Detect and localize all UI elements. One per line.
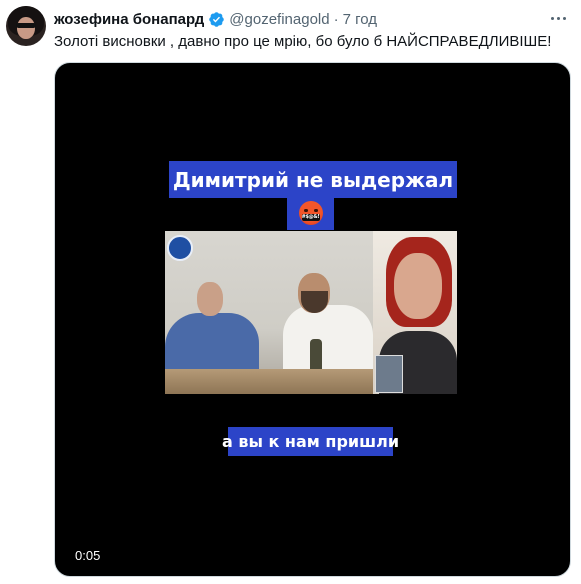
avatar-face [17,17,35,39]
video-frame [165,231,457,394]
emoji-eye [303,209,308,212]
mini-preview-thumbnail [375,355,403,393]
verified-badge-icon [209,11,225,27]
author-handle[interactable]: @gozefinagold [229,11,329,28]
more-dot [550,16,554,20]
more-dot [556,16,560,20]
reactor-face [394,253,442,319]
emoji-censor-bar: #$@&! [301,214,320,221]
video-player[interactable]: Димитрий не выдержал #$@&! а вы к нам пр… [54,62,571,577]
avatar-sunglasses [16,23,36,28]
more-options-icon[interactable] [545,9,571,27]
header-separator: · [333,10,339,28]
tweet-text: Золоті висновки , давно про це мрію, бо … [54,33,552,50]
video-emoji-box: #$@&! [287,196,334,230]
video-timestamp: 0:05 [69,545,107,567]
reaction-video-panel [373,231,457,394]
person-left-head [197,282,223,316]
table [165,369,373,394]
emoji-eye [313,209,318,212]
interview-room [165,231,373,394]
author-name[interactable]: жозефина бонапард [54,11,204,28]
tweet-header: жозефина бонапард @gozefinagold · 7 год [54,9,377,29]
tweet-time[interactable]: 7 год [343,11,377,28]
author-avatar[interactable] [6,6,46,46]
channel-logo-icon [167,235,193,261]
video-caption-bottom: а вы к нам пришли [222,427,399,456]
enraged-face-icon: #$@&! [298,201,323,225]
more-dot [562,16,566,20]
video-caption-top: Димитрий не выдержал [169,161,457,198]
